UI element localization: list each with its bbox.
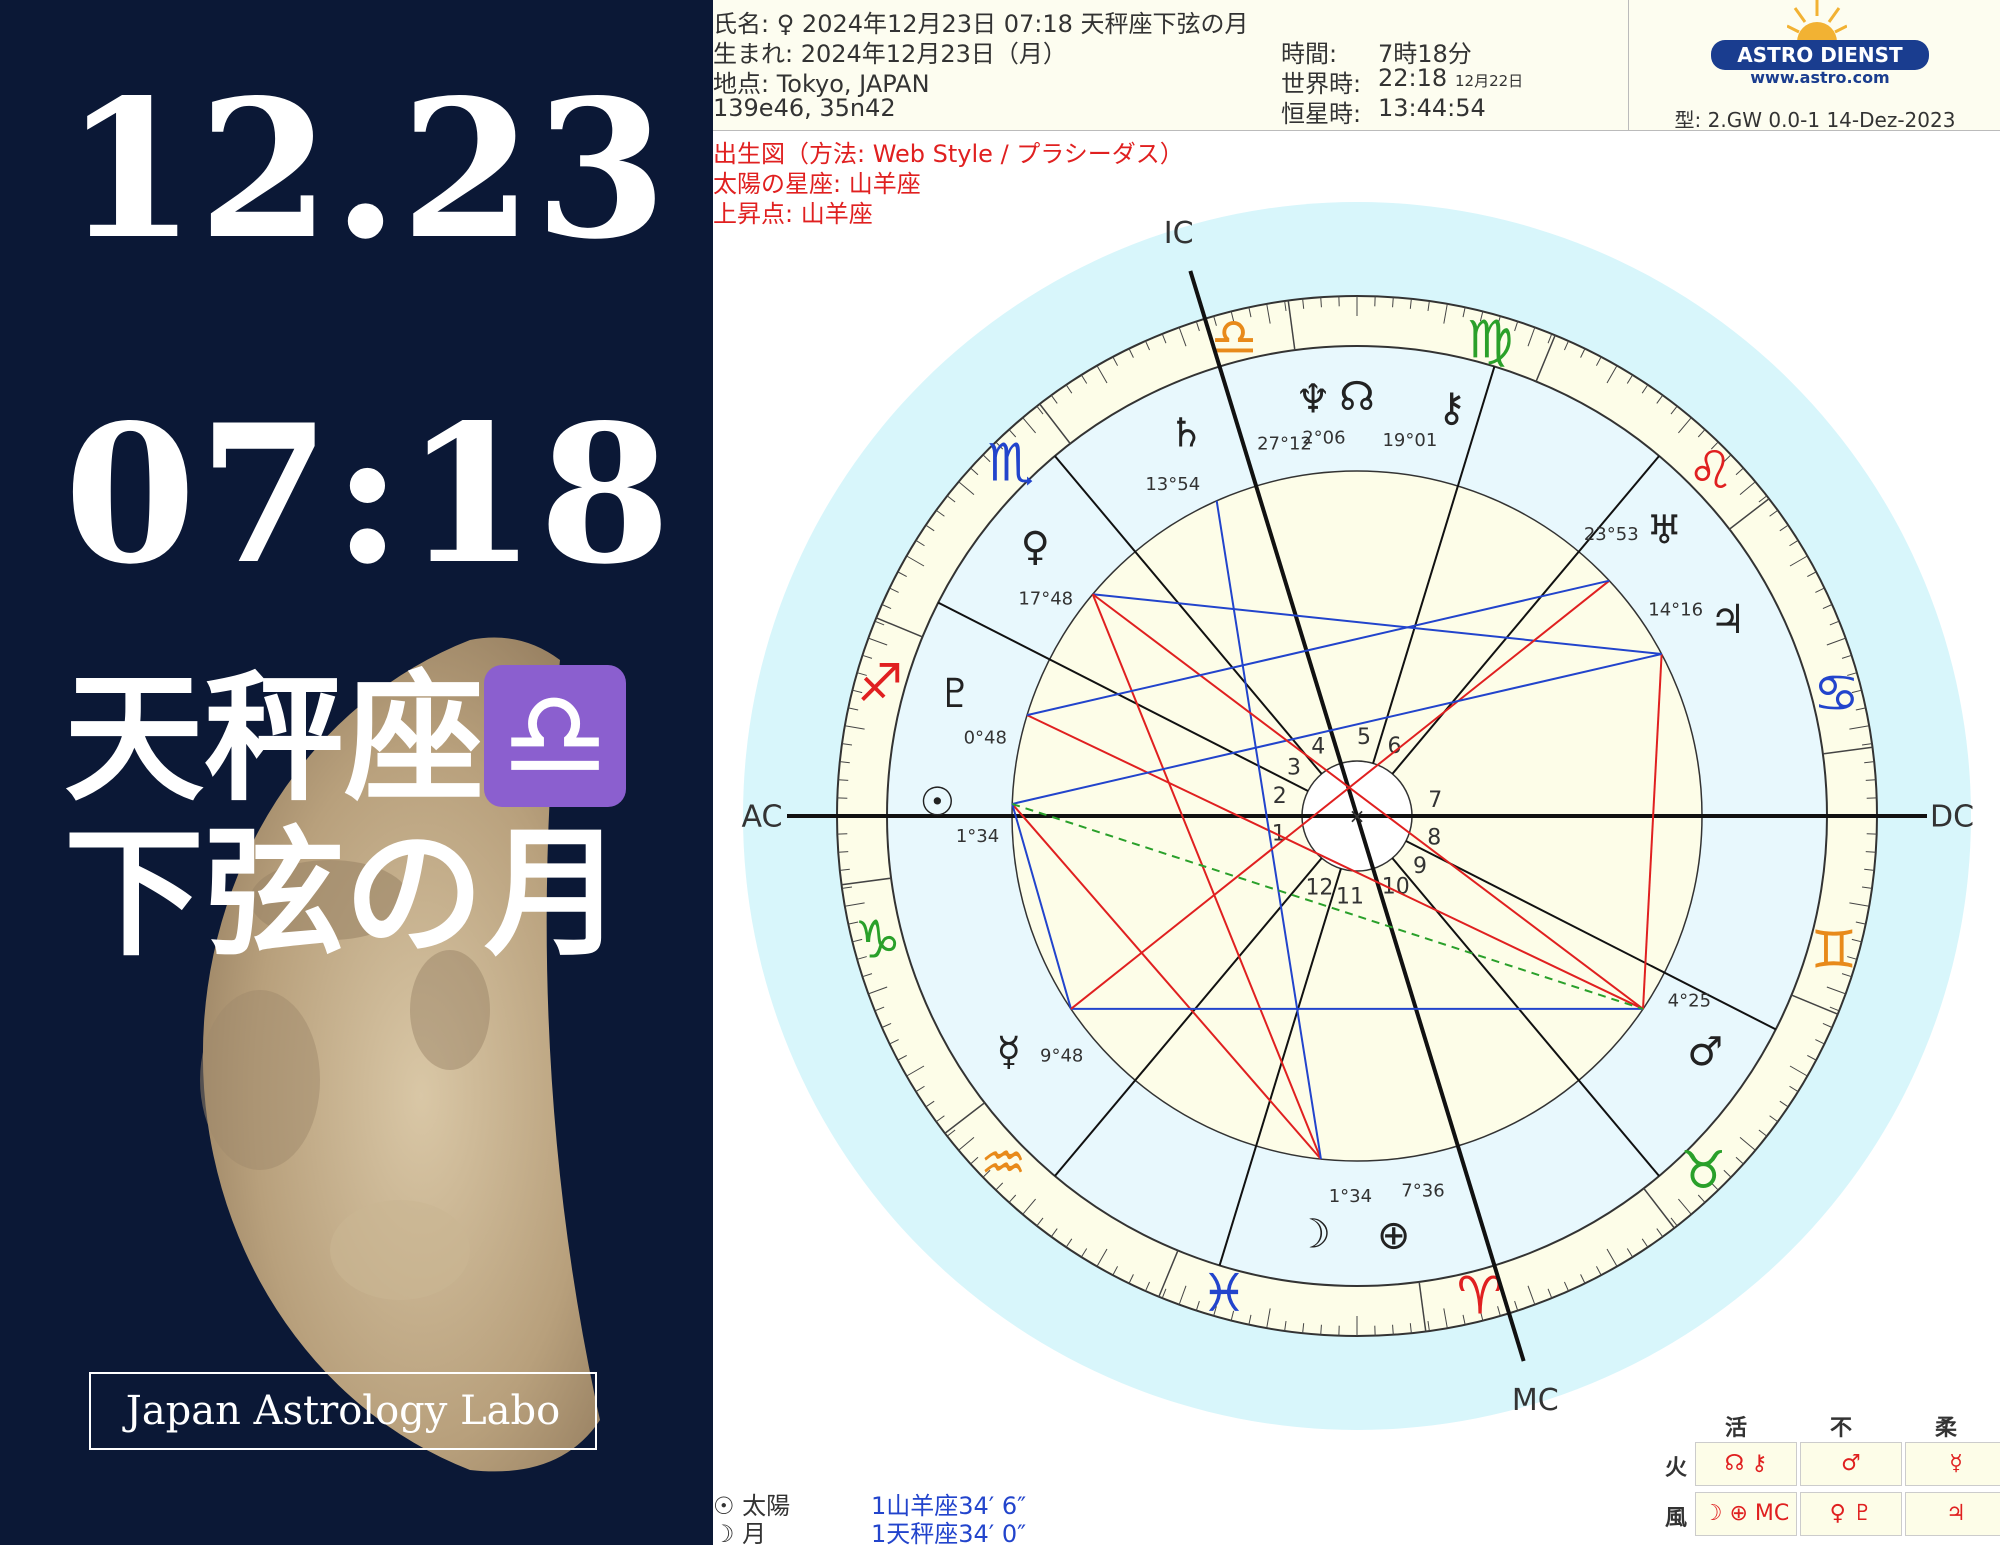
element-cell: ♀ ♇ bbox=[1800, 1492, 1902, 1536]
planet-glyph-icon: ⊕ bbox=[1377, 1212, 1411, 1258]
zodiac-sign-icon: ♋ bbox=[1813, 664, 1860, 724]
zodiac-sign-icon: ♌ bbox=[1687, 441, 1734, 501]
planet-degree-label: 9°48 bbox=[1040, 1045, 1083, 1066]
zodiac-tick bbox=[1866, 852, 1876, 853]
planet-degree-label: 4°25 bbox=[1668, 991, 1711, 1012]
planet-degree-label: 2°06 bbox=[1302, 428, 1345, 449]
planet-degree-label: 19°01 bbox=[1382, 430, 1437, 451]
planet-degree-label: 14°16 bbox=[1648, 599, 1703, 620]
ut-value: 22:18 bbox=[1378, 64, 1447, 92]
sidereal-label: 恒星時: bbox=[1281, 94, 1361, 129]
position-row-moon: ☽ 月 1天秤座34′ 0″ bbox=[713, 1514, 766, 1549]
planet-glyph-icon: ⚷ bbox=[1437, 385, 1466, 431]
planet-glyph-icon: ♀ bbox=[1021, 524, 1050, 570]
chart-panel: 氏名: ♀ 2024年12月23日 07:18 天秤座下弦の月 生まれ: 202… bbox=[713, 0, 2000, 1545]
house-number: 8 bbox=[1427, 825, 1441, 850]
logo-url: www.astro.com bbox=[1711, 68, 1929, 87]
element-row-label: 火 bbox=[1665, 1450, 1687, 1482]
zodiac-tick bbox=[1866, 780, 1876, 781]
house-number: 4 bbox=[1311, 735, 1325, 760]
left-panel: 12.23 07:18 天秤座 ♎ 下弦の月 Japan Astrology L… bbox=[0, 0, 713, 1545]
planet-glyph-icon: ♅ bbox=[1646, 508, 1682, 554]
zodiac-tick bbox=[1393, 297, 1394, 307]
planet-glyph-icon: ♃ bbox=[1710, 597, 1746, 643]
ac-label: AC bbox=[742, 800, 783, 835]
planet-glyph-icon: ☉ bbox=[919, 779, 955, 825]
house-number: 3 bbox=[1287, 755, 1301, 780]
zodiac-sign-icon: ♏ bbox=[987, 434, 1034, 494]
astrodienst-logo: ASTRO DIENST bbox=[1711, 40, 1929, 70]
zodiac-sign-icon: ♒ bbox=[980, 1134, 1027, 1194]
sidereal-value: 13:44:54 bbox=[1378, 94, 1486, 122]
element-col-header: 活 bbox=[1725, 1410, 1747, 1442]
zodiac-sign-icon: ♊ bbox=[1810, 920, 1857, 980]
element-cell: ☿ bbox=[1905, 1442, 2000, 1486]
planet-glyph-icon: ☿ bbox=[997, 1029, 1022, 1075]
dc-label: DC bbox=[1930, 800, 1974, 835]
planet-glyph-icon: ♇ bbox=[937, 671, 973, 717]
element-cell: ☽ ⊕ MC bbox=[1695, 1492, 1797, 1536]
mc-label: MC bbox=[1512, 1383, 1559, 1418]
planet-degree-label: 17°48 bbox=[1018, 588, 1073, 609]
credit-label: Japan Astrology Labo bbox=[89, 1372, 597, 1450]
planet-glyph-icon: ☊ bbox=[1339, 374, 1375, 420]
zodiac-tick bbox=[838, 780, 848, 781]
planet-degree-label: 7°36 bbox=[1401, 1181, 1444, 1202]
zodiac-tick bbox=[1321, 297, 1322, 307]
sun-logo-icon bbox=[1787, 0, 1847, 42]
zodiac-sign-icon: ♍ bbox=[1467, 310, 1514, 370]
zodiac-tick bbox=[838, 852, 848, 853]
house-number: 7 bbox=[1428, 788, 1442, 813]
planet-degree-label: 1°34 bbox=[1329, 1186, 1372, 1207]
center-mark: × bbox=[1349, 804, 1366, 828]
element-row-label: 風 bbox=[1665, 1500, 1687, 1532]
element-cell: ♂ bbox=[1800, 1442, 1902, 1486]
natal-chart-wheel: ♑♒♓♈♉♊♋♌♍♎♏♐123456789101112ACDCMCIC☉1°34… bbox=[713, 130, 2000, 1460]
time-text: 07:18 bbox=[64, 395, 673, 595]
planet-degree-label: 13°54 bbox=[1145, 474, 1200, 495]
zodiac-sign-icon: ♐ bbox=[857, 654, 904, 714]
ut-note: 12月22日 bbox=[1455, 70, 1523, 91]
planet-degree-label: 1°34 bbox=[956, 826, 999, 847]
phase-text: 下弦の月 bbox=[64, 820, 624, 970]
version-text: 型: 2.GW 0.0-1 14-Dez-2023 bbox=[1629, 104, 2000, 133]
planet-glyph-icon: ♆ bbox=[1295, 376, 1331, 422]
house-number: 12 bbox=[1305, 875, 1333, 900]
zodiac-sign-icon: ♓ bbox=[1201, 1264, 1248, 1324]
zodiac-tick bbox=[1321, 1325, 1322, 1335]
zodiac-sign-icon: ♉ bbox=[1680, 1141, 1727, 1201]
house-number: 5 bbox=[1357, 725, 1371, 750]
element-cell: ♃ bbox=[1905, 1492, 2000, 1536]
element-col-header: 柔 bbox=[1935, 1410, 1957, 1442]
element-col-header: 不 bbox=[1830, 1410, 1852, 1442]
house-number: 11 bbox=[1336, 884, 1364, 909]
ic-label: IC bbox=[1164, 216, 1194, 251]
date-text: 12.23 bbox=[64, 70, 669, 270]
planet-degree-label: 23°53 bbox=[1584, 524, 1639, 545]
planet-glyph-icon: ☽ bbox=[1295, 1212, 1331, 1258]
logo-area: ASTRO DIENST www.astro.com 型: 2.GW 0.0-1… bbox=[1628, 0, 2000, 130]
coords-line: 139e46, 35n42 bbox=[713, 94, 896, 122]
planet-glyph-icon: ♂ bbox=[1687, 1029, 1723, 1075]
house-number: 9 bbox=[1413, 854, 1427, 879]
libra-icon: ♎ bbox=[484, 665, 626, 807]
chart-header: 氏名: ♀ 2024年12月23日 07:18 天秤座下弦の月 生まれ: 202… bbox=[713, 0, 2000, 131]
house-number: 2 bbox=[1273, 784, 1287, 809]
sign-text: 天秤座 bbox=[64, 665, 484, 815]
zodiac-tick bbox=[1393, 1325, 1394, 1335]
element-table: 活 不 柔火☊ ⚷♂☿ 風☽ ⊕ MC♀ ♇♃ bbox=[1665, 1410, 2000, 1545]
element-cell: ☊ ⚷ bbox=[1695, 1442, 1797, 1486]
zodiac-sign-icon: ♑ bbox=[854, 910, 901, 970]
planet-glyph-icon: ♄ bbox=[1168, 410, 1204, 456]
planet-degree-label: 0°48 bbox=[964, 727, 1007, 748]
